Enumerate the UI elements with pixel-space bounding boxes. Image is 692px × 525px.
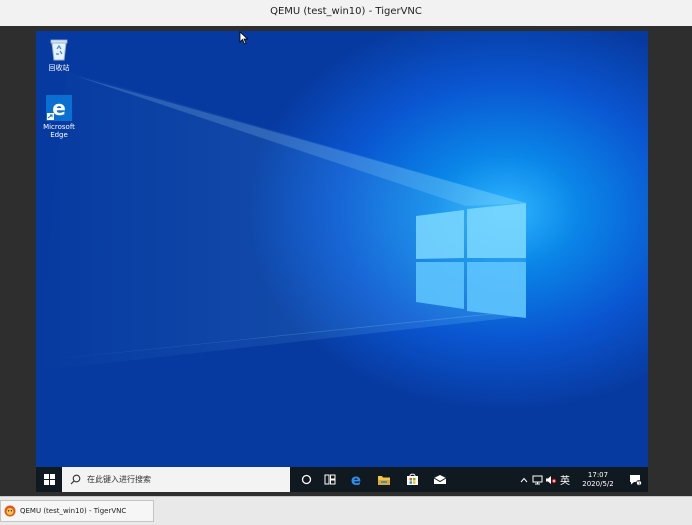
mouse-cursor-icon: [239, 31, 249, 45]
svg-text:e: e: [351, 473, 361, 487]
host-task-label: QEMU (test_win10) - TigerVNC: [20, 507, 127, 515]
host-task-button[interactable]: QEMU (test_win10) - TigerVNC: [0, 500, 154, 522]
desktop-icon-recycle-bin[interactable]: 回收站: [39, 36, 79, 72]
start-button[interactable]: [36, 467, 62, 492]
vnc-title-bar[interactable]: QEMU (test_win10) - TigerVNC: [0, 0, 692, 27]
windows-logo-icon: [43, 474, 55, 485]
network-icon: [532, 475, 542, 484]
file-explorer-button[interactable]: [370, 467, 398, 492]
mail-icon: [433, 475, 447, 484]
volume-button[interactable]: [544, 467, 558, 492]
search-placeholder: 在此键入进行搜索: [87, 475, 151, 484]
desktop-icon-label: 回收站: [48, 64, 70, 72]
volume-muted-icon: [546, 475, 557, 484]
tigervnc-icon: [4, 505, 16, 517]
clock[interactable]: 17:07 2020/5/2: [574, 467, 622, 492]
window-title: QEMU (test_win10) - TigerVNC: [270, 6, 422, 17]
clock-date: 2020/5/2: [582, 479, 614, 488]
windows-taskbar: 在此键入进行搜索 e 英 17:07 2020/5/2 1: [36, 467, 648, 492]
search-icon: [70, 474, 81, 485]
windows-desktop[interactable]: 回收站 e Microsoft Edge: [36, 31, 648, 467]
system-tray: 英 17:07 2020/5/2 1: [518, 467, 648, 492]
file-explorer-icon: [378, 475, 390, 485]
taskbar-search-box[interactable]: 在此键入进行搜索: [62, 467, 290, 492]
store-button[interactable]: [398, 467, 426, 492]
taskbar-edge-button[interactable]: e: [342, 467, 370, 492]
cortana-button[interactable]: [294, 467, 318, 492]
network-button[interactable]: [530, 467, 544, 492]
edge-icon: e: [46, 95, 72, 121]
notification-count: 1: [637, 480, 640, 485]
cortana-icon: [301, 474, 311, 485]
edge-icon: e: [351, 473, 361, 487]
desktop-icon-label: Microsoft Edge: [43, 123, 75, 139]
action-center-button[interactable]: 1: [624, 467, 646, 492]
show-hidden-icons-button[interactable]: [518, 467, 530, 492]
mail-button[interactable]: [426, 467, 454, 492]
chevron-up-icon: [520, 477, 528, 482]
task-view-button[interactable]: [318, 467, 342, 492]
notification-icon: 1: [629, 474, 642, 486]
store-icon: [406, 473, 418, 485]
desktop-icon-edge[interactable]: e Microsoft Edge: [39, 95, 79, 139]
svg-text:e: e: [52, 96, 66, 120]
input-method-indicator[interactable]: 英: [558, 467, 572, 492]
host-taskbar: QEMU (test_win10) - TigerVNC: [0, 496, 692, 525]
task-view-icon: [324, 474, 336, 485]
clock-time: 17:07: [587, 470, 609, 479]
windows-wallpaper: [36, 71, 526, 371]
recycle-bin-icon: [50, 39, 68, 61]
